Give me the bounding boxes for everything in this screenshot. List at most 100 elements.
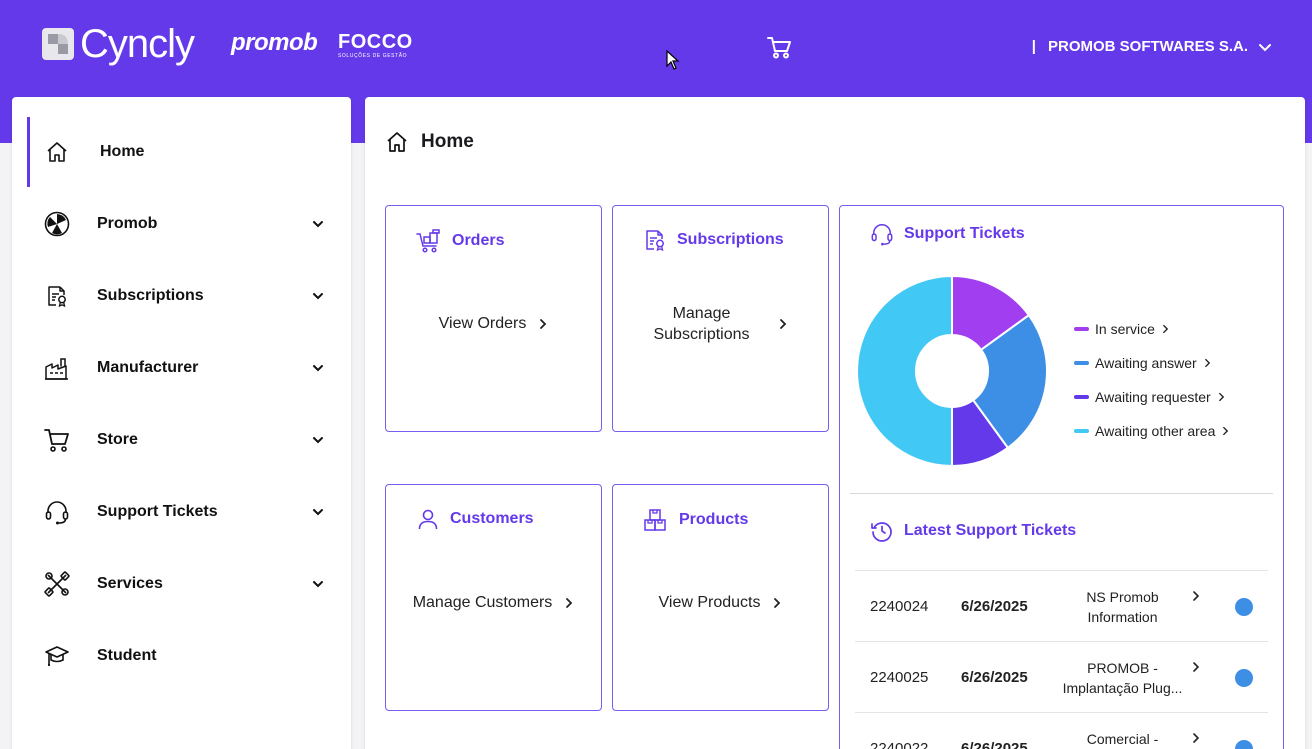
- ticket-title: Comercial -: [1060, 729, 1185, 749]
- ticket-id: 2240024: [870, 598, 929, 615]
- sidebar-item-student[interactable]: Student: [12, 621, 351, 691]
- sidebar-item-support-tickets[interactable]: Support Tickets: [12, 477, 351, 547]
- chevron-right-icon: [1191, 589, 1201, 608]
- support-tickets-title: Support Tickets: [904, 225, 1025, 242]
- legend-item-awaiting-other-area[interactable]: Awaiting other area: [1074, 414, 1230, 448]
- manage-customers-link[interactable]: Manage Customers: [386, 485, 601, 710]
- chevron-down-icon: [313, 293, 323, 300]
- legend-item-awaiting-requester[interactable]: Awaiting requester: [1074, 380, 1230, 414]
- products-card[interactable]: Products View Products: [612, 484, 829, 711]
- promob-icon: [44, 211, 70, 237]
- cart-icon[interactable]: [766, 34, 792, 60]
- page-title: Home: [385, 130, 474, 154]
- ticket-title-line: NS Promob: [1086, 589, 1159, 605]
- focco-logo-text: FOCCO: [338, 31, 413, 53]
- view-orders-link[interactable]: View Orders: [386, 206, 601, 431]
- legend-item-in-service[interactable]: In service: [1074, 312, 1230, 346]
- headset-icon: [871, 224, 893, 246]
- ticket-title-line: Information: [1087, 609, 1158, 625]
- mouse-cursor-icon: [666, 50, 680, 70]
- focco-logo[interactable]: FOCCO SOLUÇÕES DE GESTÃO: [338, 32, 413, 59]
- chevron-right-icon: [1191, 731, 1201, 749]
- chevron-down-icon: [313, 509, 323, 516]
- sidebar-item-promob[interactable]: Promob: [12, 189, 351, 259]
- sidebar-item-label: Manufacturer: [97, 359, 199, 376]
- factory-icon: [44, 355, 70, 381]
- divider: [850, 493, 1273, 494]
- promob-logo[interactable]: promob: [231, 29, 318, 57]
- latest-support-tickets-header: Latest Support Tickets: [870, 519, 1076, 543]
- ticket-row[interactable]: 2240022 6/26/2025 Comercial -: [855, 712, 1268, 749]
- ticket-status-dot: [1235, 598, 1253, 616]
- manage-subscriptions-link[interactable]: Manage Subscriptions: [613, 206, 828, 431]
- sidebar-item-manufacturer[interactable]: Manufacturer: [12, 333, 351, 403]
- graduation-cap-icon: [44, 643, 70, 669]
- latest-support-tickets-title: Latest Support Tickets: [904, 522, 1077, 539]
- card-action-line: Manage: [672, 304, 731, 322]
- cyncly-logo[interactable]: Cyncly: [42, 22, 195, 66]
- focco-logo-subtitle: SOLUÇÕES DE GESTÃO: [338, 53, 408, 59]
- legend-swatch: [1074, 327, 1089, 331]
- sidebar-item-label: Services: [97, 575, 163, 592]
- company-selector[interactable]: | PROMOB SOFTWARES S.A.: [1032, 38, 1272, 55]
- chevron-down-icon: [313, 365, 323, 372]
- sidebar-item-label: Promob: [97, 215, 158, 232]
- ticket-title: PROMOB - Implantação Plug...: [1060, 658, 1185, 698]
- sidebar-item-label: Student: [97, 647, 157, 664]
- ticket-row[interactable]: 2240025 6/26/2025 PROMOB - Implantação Pl…: [855, 641, 1268, 712]
- sidebar-item-services[interactable]: Services: [12, 549, 351, 619]
- sidebar-item-home[interactable]: Home: [12, 117, 351, 187]
- card-action-label: Manage Customers: [412, 594, 553, 611]
- chevron-down-icon: [313, 221, 323, 228]
- ticket-title-line: Implantação Plug...: [1062, 680, 1183, 696]
- ticket-status-dot: [1235, 740, 1253, 749]
- ticket-date: 6/26/2025: [961, 740, 1028, 749]
- tools-icon: [44, 571, 70, 597]
- sidebar-item-store[interactable]: Store: [12, 405, 351, 475]
- customers-card[interactable]: Customers Manage Customers: [385, 484, 602, 711]
- chevron-right-icon: [1191, 660, 1201, 679]
- chevron-right-icon: [1203, 357, 1212, 369]
- legend-swatch: [1074, 361, 1089, 365]
- chevron-down-icon: [313, 581, 323, 588]
- ticket-date: 6/26/2025: [961, 598, 1028, 615]
- ticket-id: 2240022: [870, 740, 929, 749]
- page-title-text: Home: [421, 131, 474, 152]
- legend-swatch: [1074, 429, 1089, 433]
- main-content: Home Orders View Orders Subscriptions Ma…: [365, 97, 1305, 749]
- sidebar-item-label: Store: [97, 431, 138, 448]
- ticket-status-dot: [1235, 669, 1253, 687]
- chevron-right-icon: [778, 317, 788, 331]
- legend-label: Awaiting other area: [1095, 423, 1216, 439]
- cyncly-logo-icon: [42, 28, 74, 60]
- company-name: PROMOB SOFTWARES S.A.: [1047, 38, 1248, 55]
- ticket-id: 2240025: [870, 669, 929, 686]
- chart-legend: In service Awaiting answer Awaiting requ…: [1074, 312, 1230, 448]
- ticket-row[interactable]: 2240024 6/26/2025 NS Promob Information: [855, 570, 1268, 641]
- chevron-right-icon: [1217, 391, 1226, 403]
- legend-label: Awaiting answer: [1095, 355, 1197, 371]
- donut-slice-awaiting-other-area[interactable]: [856, 275, 953, 467]
- company-separator: |: [1031, 38, 1036, 55]
- support-tickets-header[interactable]: Support Tickets: [870, 222, 1025, 246]
- legend-label: In service: [1095, 321, 1155, 337]
- card-action-label: Manage Subscriptions: [653, 303, 749, 345]
- subscriptions-card[interactable]: Subscriptions Manage Subscriptions: [612, 205, 829, 432]
- sidebar-item-subscriptions[interactable]: Subscriptions: [12, 261, 351, 331]
- legend-item-awaiting-answer[interactable]: Awaiting answer: [1074, 346, 1230, 380]
- card-action-label: View Products: [658, 594, 761, 611]
- chevron-down-icon: [313, 437, 323, 444]
- support-tickets-panel: Support Tickets In service Awaiting answ…: [839, 205, 1284, 749]
- ticket-title-line: PROMOB -: [1087, 660, 1158, 676]
- chevron-right-icon: [1161, 323, 1170, 335]
- headset-icon: [44, 499, 70, 525]
- brand-name: Cyncly: [80, 22, 195, 66]
- cart-icon: [44, 427, 70, 453]
- view-products-link[interactable]: View Products: [613, 485, 828, 710]
- card-action-label: View Orders: [438, 315, 527, 332]
- ticket-title: NS Promob Information: [1060, 587, 1185, 627]
- orders-card[interactable]: Orders View Orders: [385, 205, 602, 432]
- sidebar-item-label: Subscriptions: [97, 287, 204, 304]
- sidebar: Home Promob Subscriptions Manufacturer S…: [12, 97, 351, 749]
- legend-label: Awaiting requester: [1095, 389, 1211, 405]
